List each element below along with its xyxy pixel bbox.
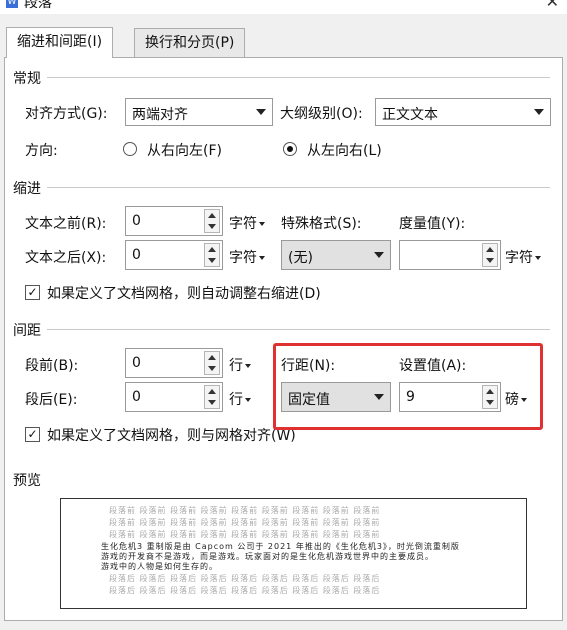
alignment-label: 对齐方式(G): [25, 106, 108, 122]
preview-line: 段落前 段落前 段落前 段落前 段落前 段落前 段落前 段落前 段落前 [109, 506, 381, 515]
caret-down-icon [521, 398, 527, 402]
spinner-buttons[interactable] [204, 209, 220, 233]
spin-down-icon[interactable] [208, 258, 216, 263]
spinner-buttons[interactable] [204, 243, 220, 267]
indent-before-unit[interactable]: 字符 [229, 213, 265, 233]
chevron-down-icon [374, 252, 384, 258]
auto-adjust-checkbox[interactable]: ✓ [25, 285, 40, 300]
preview-line: 段落后 段落后 段落后 段落后 段落后 段落后 段落后 段落后 段落后 [109, 586, 381, 595]
caret-down-icon [259, 256, 265, 260]
section-title-indent: 缩进 [13, 181, 41, 197]
space-before-input[interactable]: 0 [125, 348, 223, 378]
chevron-down-icon [534, 109, 544, 115]
tab-indent-spacing[interactable]: 缩进和间距(I) [6, 27, 114, 58]
section-title-preview: 预览 [13, 473, 41, 489]
line-spacing-select[interactable]: 固定值 [281, 382, 391, 412]
tab-panel: 常规 对齐方式(G): 两端对齐 大纲级别(O): 正文文本 方向: 从右向左(… [4, 57, 563, 621]
space-before-label: 段前(B): [25, 358, 79, 374]
snap-grid-label: 如果定义了文档网格，则与网格对齐(W) [47, 428, 296, 444]
spin-up-icon[interactable] [208, 247, 216, 252]
indent-before-input[interactable]: 0 [125, 206, 223, 236]
title-bar: W 段落 ✕ [0, 0, 567, 14]
caret-down-icon [259, 222, 265, 226]
spinner-buttons[interactable] [482, 243, 498, 267]
setting-value-label: 设置值(A): [399, 358, 467, 374]
outline-level-select[interactable]: 正文文本 [375, 98, 551, 126]
spinner-buttons[interactable] [482, 385, 498, 409]
section-title-spacing: 间距 [13, 323, 41, 339]
preview-line: 游戏中的人物是如何生存的。 [101, 562, 218, 571]
indent-before-label: 文本之前(R): [25, 216, 107, 232]
setting-value-input[interactable]: 9 [399, 382, 501, 412]
setting-value-unit[interactable]: 磅 [505, 389, 527, 409]
space-after-unit[interactable]: 行 [229, 389, 251, 409]
measure-input[interactable] [399, 240, 501, 270]
caret-down-icon [245, 398, 251, 402]
spin-up-icon[interactable] [208, 213, 216, 218]
indent-after-unit[interactable]: 字符 [229, 247, 265, 267]
line-spacing-label: 行距(N): [281, 358, 336, 374]
preview-line: 段落前 段落前 段落前 段落前 段落前 段落前 段落前 段落前 段落前 [109, 530, 381, 539]
spin-down-icon[interactable] [486, 258, 494, 263]
radio-rtl[interactable] [123, 142, 137, 156]
divider [47, 187, 550, 188]
measure-label: 度量值(Y): [399, 216, 466, 232]
outline-level-label: 大纲级别(O): [280, 106, 363, 122]
spin-down-icon[interactable] [486, 400, 494, 405]
preview-line: 段落前 段落前 段落前 段落前 段落前 段落前 段落前 段落前 段落前 [109, 518, 381, 527]
spin-down-icon[interactable] [208, 224, 216, 229]
caret-down-icon [535, 256, 541, 260]
special-format-label: 特殊格式(S): [281, 216, 362, 232]
spinner-buttons[interactable] [204, 385, 220, 409]
spin-up-icon[interactable] [486, 389, 494, 394]
divider [47, 77, 550, 78]
alignment-select[interactable]: 两端对齐 [125, 98, 273, 126]
measure-unit[interactable]: 字符 [505, 247, 541, 267]
spin-down-icon[interactable] [208, 400, 216, 405]
app-icon: W [6, 0, 18, 8]
snap-grid-checkbox[interactable]: ✓ [25, 427, 40, 442]
tab-line-page-breaks[interactable]: 换行和分页(P) [134, 28, 246, 57]
spinner-buttons[interactable] [204, 351, 220, 375]
space-after-label: 段后(E): [25, 392, 78, 408]
auto-adjust-label: 如果定义了文档网格，则自动调整右缩进(D) [47, 286, 321, 302]
preview-line: 段落后 段落后 段落后 段落后 段落后 段落后 段落后 段落后 段落后 [109, 574, 381, 583]
chevron-down-icon [374, 394, 384, 400]
spin-up-icon[interactable] [208, 389, 216, 394]
ltr-label: 从左向右(L) [307, 143, 382, 159]
window-title: 段落 [24, 0, 52, 11]
space-after-input[interactable]: 0 [125, 382, 223, 412]
indent-after-label: 文本之后(X): [25, 250, 107, 266]
section-title-general: 常规 [13, 71, 41, 87]
chevron-down-icon [256, 109, 266, 115]
radio-ltr[interactable] [283, 142, 297, 156]
paragraph-preview: 段落前 段落前 段落前 段落前 段落前 段落前 段落前 段落前 段落前 段落前 … [60, 498, 527, 609]
space-before-unit[interactable]: 行 [229, 355, 251, 375]
special-format-select[interactable]: (无) [281, 240, 391, 270]
close-icon[interactable]: ✕ [546, 0, 559, 11]
spin-up-icon[interactable] [208, 355, 216, 360]
spin-down-icon[interactable] [208, 366, 216, 371]
divider [47, 329, 550, 330]
caret-down-icon [245, 364, 251, 368]
spin-up-icon[interactable] [486, 247, 494, 252]
direction-label: 方向: [25, 143, 58, 159]
rtl-label: 从右向左(F) [147, 143, 222, 159]
indent-after-input[interactable]: 0 [125, 240, 223, 270]
